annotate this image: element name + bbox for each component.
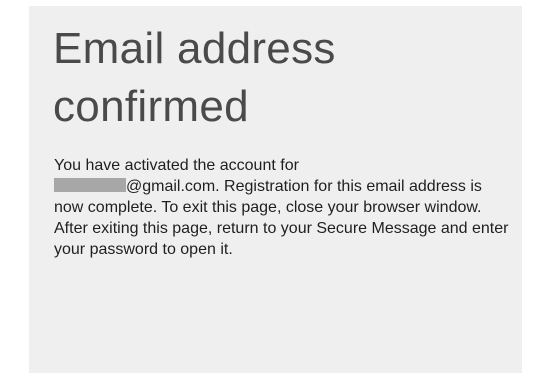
confirmation-message: You have activated the account for @gmail…: [54, 155, 509, 260]
confirmation-panel: Email address confirmed You have activate…: [29, 6, 522, 373]
page-title: Email address confirmed: [53, 20, 473, 136]
message-intro: You have activated the account for: [54, 157, 299, 174]
page-title-line-1: Email address: [53, 24, 336, 73]
redacted-email-username: [54, 178, 126, 192]
page-title-line-2: confirmed: [53, 82, 249, 131]
email-domain: @gmail.com.: [126, 178, 220, 195]
